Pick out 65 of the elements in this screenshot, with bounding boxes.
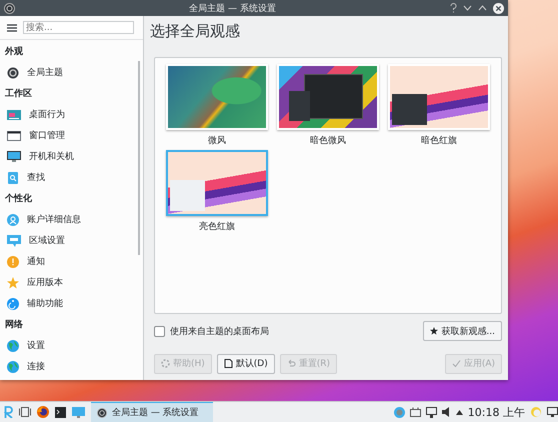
chat-bubble-icon — [7, 234, 21, 246]
close-icon[interactable] — [493, 2, 504, 14]
clock[interactable]: 10:18 上午 — [468, 404, 525, 420]
help-icon[interactable] — [450, 3, 457, 13]
theme-name: 亮色红旗 — [199, 220, 235, 232]
taskbar-task[interactable]: 全局主题 — 系统设置 — [91, 402, 213, 422]
sidebar-item[interactable]: 设置 — [4, 335, 143, 356]
terminal-icon[interactable] — [55, 406, 66, 418]
maximize-icon[interactable] — [478, 5, 487, 11]
show-desktop-icon[interactable] — [547, 407, 558, 417]
sidebar-item[interactable]: 通知 — [4, 251, 143, 272]
sidebar-item[interactable]: 账户详细信息 — [4, 209, 143, 230]
pager-icon[interactable] — [19, 407, 31, 417]
window-title: 全局主题 — 系统设置 — [188, 2, 277, 14]
get-new-button[interactable]: 获取新观感... — [423, 321, 502, 342]
desktop-icon — [7, 108, 21, 120]
monitor-icon — [7, 150, 21, 162]
undo-icon — [286, 359, 296, 368]
expand-arrow-icon[interactable] — [456, 410, 463, 414]
window-icon — [7, 130, 21, 142]
theme-name: 微风 — [208, 134, 226, 146]
search-field[interactable]: 搜索... — [23, 21, 134, 34]
monitor-icon[interactable] — [72, 406, 85, 418]
theme-name: 暗色红旗 — [421, 134, 457, 146]
app-icon — [4, 2, 15, 14]
update-icon[interactable] — [394, 406, 405, 418]
globe-icon — [7, 340, 19, 352]
category-heading: 网络 — [4, 318, 24, 332]
sidebar-item[interactable]: 应用版本 — [4, 272, 143, 293]
sidebar-item[interactable]: 区域设置 — [4, 230, 143, 251]
clipboard-icon[interactable] — [410, 407, 421, 417]
checkbox[interactable] — [154, 326, 165, 337]
default-button[interactable]: 默认(D) — [216, 354, 275, 374]
checkmark-icon — [452, 359, 461, 368]
menu-icon[interactable] — [7, 24, 17, 32]
category-heading: 外观 — [4, 46, 24, 59]
star-icon — [430, 327, 438, 336]
sidebar-item[interactable]: 查找 — [4, 167, 143, 188]
category-heading: 工作区 — [4, 88, 33, 101]
accessibility-icon — [7, 298, 19, 310]
sidebar-item[interactable]: 连接 — [4, 356, 143, 377]
app-icon — [97, 408, 107, 418]
lifebuoy-icon — [161, 359, 170, 368]
sidebar-item[interactable]: 桌面行为 — [4, 104, 143, 125]
theme-icon — [7, 66, 19, 78]
sidebar-item[interactable]: 全局主题 — [4, 62, 143, 83]
volume-icon[interactable] — [442, 407, 451, 417]
sidebar-item[interactable]: 辅助功能 — [4, 293, 143, 314]
network-icon[interactable] — [426, 406, 437, 418]
theme-name: 暗色微风 — [310, 134, 346, 146]
minimize-icon[interactable] — [463, 5, 472, 11]
search-icon — [7, 172, 19, 184]
page-heading: 选择全局观感 — [150, 22, 241, 42]
scrollbar[interactable] — [138, 61, 140, 255]
sidebar-item[interactable]: 窗口管理 — [4, 125, 143, 146]
theme-preview[interactable] — [166, 150, 268, 216]
browser-icon[interactable] — [37, 406, 49, 418]
category-heading: 个性化 — [4, 192, 33, 206]
document-icon — [224, 359, 233, 368]
globe-icon — [7, 360, 19, 372]
checkbox-label[interactable]: 使用来自主题的桌面布局 — [170, 324, 269, 338]
user-icon — [7, 214, 19, 226]
sidebar-item[interactable]: 开机和关机 — [4, 146, 143, 167]
exclamation-icon — [7, 256, 19, 268]
star-icon — [7, 276, 19, 288]
